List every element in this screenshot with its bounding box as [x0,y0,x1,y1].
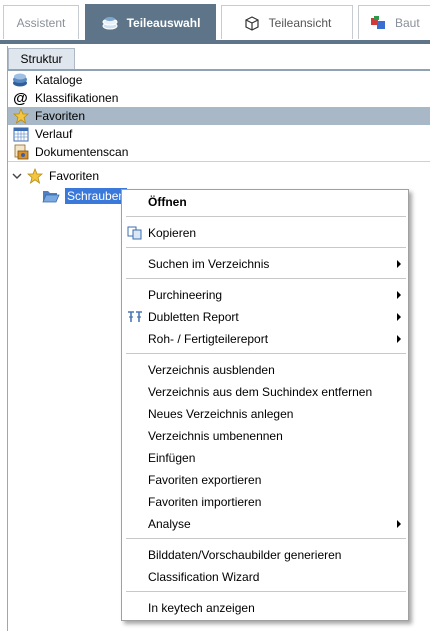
menu-item-purchineering[interactable]: Purchineering [123,284,407,306]
star-icon [12,108,29,124]
menu-item-dubletten-report[interactable]: Dubletten Report [123,306,407,328]
duplicate-report-icon [126,309,144,325]
at-sign-icon: @ [13,89,28,107]
menu-item-hide-dir[interactable]: Verzeichnis ausblenden [123,359,407,381]
tab-teileauswahl-label: Teileauswahl [126,15,201,30]
menu-item-show-in-keytech[interactable]: In keytech anzeigen [123,597,407,619]
menu-item-label: Kopieren [148,226,197,240]
structure-nav: Kataloge @ Klassifikationen Favoriten Ve… [8,71,430,161]
copy-icon [126,225,144,241]
nav-item-label: Kataloge [35,73,83,87]
menu-separator [126,247,406,248]
menu-item-label: Verzeichnis aus dem Suchindex entfernen [148,385,373,399]
menu-item-generate-previews[interactable]: Bilddaten/Vorschaubilder generieren [123,544,407,566]
menu-item-roh-fertigteilereport[interactable]: Roh- / Fertigteilereport [123,328,407,350]
menu-item-remove-from-index[interactable]: Verzeichnis aus dem Suchindex entfernen [123,381,407,403]
star-icon [26,168,44,184]
nav-item-verlauf[interactable]: Verlauf [8,125,430,143]
nav-item-label: Verlauf [35,127,73,141]
menu-separator [126,538,406,539]
menu-item-open[interactable]: Öffnen [123,191,407,213]
menu-item-classification-wizard[interactable]: Classification Wizard [123,566,407,588]
menu-item-analyse[interactable]: Analyse [123,513,407,535]
tab-teileansicht[interactable]: Teileansicht [221,5,353,39]
menu-item-label: Bilddaten/Vorschaubilder generieren [148,548,342,562]
tree-node-label: Favoriten [49,169,100,183]
open-folder-icon [42,188,60,204]
menu-separator [126,353,406,354]
tab-teileauswahl[interactable]: Teileauswahl [85,4,216,40]
menu-item-label: Classification Wizard [148,570,260,584]
menu-item-label: Neues Verzeichnis anlegen [148,407,294,421]
tab-struktur[interactable]: Struktur [8,48,75,69]
menu-item-paste[interactable]: Einfügen [123,447,407,469]
nav-item-favoriten[interactable]: Favoriten [8,107,430,125]
submenu-arrow-icon [397,291,401,299]
tab-baut[interactable]: Baut [358,5,430,39]
menu-item-label: Favoriten importieren [148,495,262,509]
menu-item-label: In keytech anzeigen [148,601,255,615]
menu-item-search-dir[interactable]: Suchen im Verzeichnis [123,253,407,275]
assembly-icon [369,15,387,31]
parts-stack-icon [101,15,119,31]
top-tab-bar: Assistent Teileauswahl Teileansicht Baut [0,0,430,40]
menu-item-copy[interactable]: Kopieren [123,222,407,244]
nav-item-label: Dokumentenscan [35,145,129,159]
calendar-icon [12,126,29,142]
submenu-arrow-icon [397,520,401,528]
menu-item-rename-dir[interactable]: Verzeichnis umbenennen [123,425,407,447]
tab-assistent-label: Assistent [16,15,66,30]
tree-node-label: Schrauben [65,188,128,204]
chevron-down-icon[interactable] [10,172,24,180]
context-menu: Öffnen Kopieren Suchen im Verzeichnis Pu… [121,189,409,621]
tab-assistent[interactable]: Assistent [3,5,79,39]
tab-underline [0,40,430,44]
submenu-arrow-icon [397,313,401,321]
catalog-icon [12,72,29,88]
nav-item-label: Klassifikationen [35,91,119,105]
tab-baut-label: Baut [395,15,420,30]
menu-item-label: Analyse [148,517,191,531]
menu-item-label: Verzeichnis ausblenden [148,363,275,377]
document-scan-icon [12,144,29,160]
tab-struktur-label: Struktur [20,52,63,66]
nav-divider [8,161,430,162]
menu-item-label: Verzeichnis umbenennen [148,429,283,443]
menu-separator [126,216,406,217]
nav-item-kataloge[interactable]: Kataloge [8,71,430,89]
menu-item-label: Favoriten exportieren [148,473,262,487]
tab-teileansicht-label: Teileansicht [268,15,332,30]
submenu-arrow-icon [397,335,401,343]
menu-item-label: Purchineering [148,288,223,302]
menu-item-label: Suchen im Verzeichnis [148,257,270,271]
menu-item-new-dir[interactable]: Neues Verzeichnis anlegen [123,403,407,425]
submenu-arrow-icon [397,260,401,268]
tree-node-favoriten[interactable]: Favoriten [8,166,430,186]
menu-item-import-favorites[interactable]: Favoriten importieren [123,491,407,513]
nav-item-dokumentenscan[interactable]: Dokumentenscan [8,143,430,161]
menu-separator [126,278,406,279]
menu-item-label: Öffnen [148,195,187,209]
menu-item-export-favorites[interactable]: Favoriten exportieren [123,469,407,491]
menu-separator [126,591,406,592]
box-icon [243,15,261,31]
nav-item-klassifikationen[interactable]: @ Klassifikationen [8,89,430,107]
menu-item-label: Einfügen [148,451,196,465]
nav-item-label: Favoriten [35,109,86,123]
menu-item-label: Dubletten Report [148,310,239,324]
menu-item-label: Roh- / Fertigteilereport [148,332,269,346]
